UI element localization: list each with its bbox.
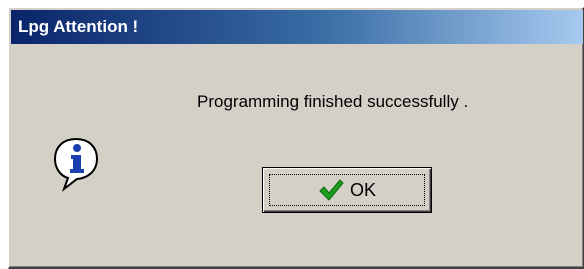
message-dialog: Lpg Attention ! Programming finished suc…: [8, 7, 584, 269]
information-icon: [51, 136, 101, 192]
title-bar[interactable]: Lpg Attention !: [11, 10, 583, 44]
ok-button-label: OK: [349, 179, 376, 200]
window-title: Lpg Attention !: [18, 17, 139, 36]
checkmark-icon: [319, 179, 344, 201]
message-text: Programming finished successfully .: [197, 92, 469, 111]
ok-button[interactable]: OK: [262, 167, 432, 213]
